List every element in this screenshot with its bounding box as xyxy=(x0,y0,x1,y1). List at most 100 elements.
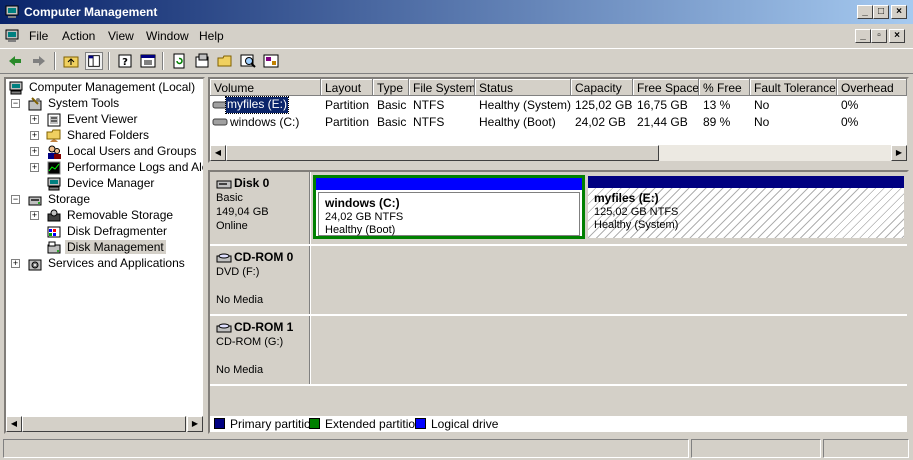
tree-item-device-manager[interactable]: Device Manager xyxy=(8,176,203,192)
settings-icon[interactable] xyxy=(262,52,280,70)
partition-myfiles-e[interactable]: myfiles (E:) 125,02 GB NTFS Healthy (Sys… xyxy=(587,175,905,239)
tree-item-local-users-and-groups[interactable]: + Local Users and Groups xyxy=(8,144,203,160)
table-row[interactable]: myfiles (E:) Partition Basic NTFS Health… xyxy=(210,96,907,114)
show-tree-icon[interactable] xyxy=(85,52,103,70)
tree-item-disk-management[interactable]: Disk Management xyxy=(8,240,203,256)
console-tree[interactable]: Computer Management (Local) − System Too… xyxy=(4,77,205,434)
toolbar-separator xyxy=(54,52,56,70)
menu-file[interactable]: File xyxy=(29,29,48,43)
help-icon[interactable]: ? xyxy=(116,52,134,70)
tree-item-disk-defragmenter[interactable]: Disk Defragmenter xyxy=(8,224,203,240)
scroll-left-icon[interactable]: ◀ xyxy=(6,416,22,432)
column-header-volume[interactable]: Volume xyxy=(210,79,321,96)
cell-type: Basic xyxy=(377,115,407,129)
scroll-thumb[interactable] xyxy=(22,416,186,432)
scroll-thumb[interactable] xyxy=(226,145,659,161)
cell-free-space: 21,44 GB xyxy=(637,115,688,129)
tree-item-label: Performance Logs and Alerts xyxy=(67,160,203,174)
expand-icon[interactable]: + xyxy=(30,115,39,124)
title-bar[interactable]: Computer Management _ □ × xyxy=(0,0,913,24)
column-header-layout[interactable]: Layout xyxy=(321,79,373,96)
tree-item-performance-logs[interactable]: + Performance Logs and Alerts xyxy=(8,160,203,176)
forward-icon[interactable] xyxy=(30,52,48,70)
column-header-free-space[interactable]: Free Space xyxy=(633,79,699,96)
column-header-capacity[interactable]: Capacity xyxy=(571,79,633,96)
cell-overhead: 0% xyxy=(841,98,859,112)
disk-info[interactable]: Disk 0 Basic 149,04 GB Online xyxy=(210,172,310,244)
column-header-fault-tolerance[interactable]: Fault Tolerance xyxy=(750,79,837,96)
legend-primary-label: Primary partition xyxy=(230,417,318,431)
menu-action[interactable]: Action xyxy=(62,29,95,43)
expand-icon[interactable]: + xyxy=(30,163,39,172)
disk-graphical-view[interactable]: Disk 0 Basic 149,04 GB Online windows (C… xyxy=(208,170,909,434)
mdi-minimize-button[interactable]: _ xyxy=(855,29,871,43)
column-header-overhead[interactable]: Overhead xyxy=(837,79,907,96)
maximize-button[interactable]: □ xyxy=(873,5,889,19)
column-header-status[interactable]: Status xyxy=(475,79,571,96)
disk-info[interactable]: CD-ROM 1 CD-ROM (G:) No Media xyxy=(210,316,310,384)
scroll-left-icon[interactable]: ◀ xyxy=(210,145,226,161)
cell-status: Healthy (System) xyxy=(479,98,572,112)
scroll-right-icon[interactable]: ▶ xyxy=(187,416,203,432)
tree-horizontal-scrollbar[interactable]: ◀ ▶ xyxy=(6,416,203,432)
back-icon[interactable] xyxy=(6,52,24,70)
column-header-percent-free[interactable]: % Free xyxy=(699,79,750,96)
column-header-file-system[interactable]: File System xyxy=(409,79,475,96)
cell-layout: Partition xyxy=(325,115,370,129)
expand-icon[interactable]: + xyxy=(30,211,39,220)
expand-icon[interactable]: + xyxy=(11,259,20,268)
mdi-restore-button[interactable]: ▫ xyxy=(871,29,887,43)
disk-info[interactable]: CD-ROM 0 DVD (F:) No Media xyxy=(210,246,310,314)
disk-management-icon xyxy=(47,241,61,254)
console-icon[interactable] xyxy=(139,52,157,70)
tree-item-services-and-applications[interactable]: + Services and Applications xyxy=(8,256,203,272)
disk-type: Basic xyxy=(216,192,243,204)
tree-item-shared-folders[interactable]: + Shared Folders xyxy=(8,128,203,144)
tree-item-system-tools[interactable]: − System Tools xyxy=(8,96,203,112)
close-button[interactable]: × xyxy=(891,5,907,19)
disk-icon xyxy=(216,180,232,189)
disk-state: No Media xyxy=(216,294,264,306)
expand-icon[interactable]: + xyxy=(30,147,39,156)
menu-window[interactable]: Window xyxy=(146,29,189,43)
cell-volume: myfiles (E:) xyxy=(225,96,289,114)
tree-item-label: Computer Management (Local) xyxy=(29,80,196,94)
disk-state: Online xyxy=(216,220,248,232)
tree-item-storage[interactable]: − Storage xyxy=(8,192,203,208)
refresh-icon[interactable] xyxy=(170,52,188,70)
table-row[interactable]: windows (C:) Partition Basic NTFS Health… xyxy=(210,114,907,130)
users-icon xyxy=(48,145,61,159)
toolbar: ? xyxy=(0,48,913,74)
column-header-type[interactable]: Type xyxy=(373,79,409,96)
disk-name: CD-ROM 0 xyxy=(234,250,294,264)
collapse-icon[interactable]: − xyxy=(11,195,20,204)
cell-volume: windows (C:) xyxy=(230,115,300,129)
up-folder-icon[interactable] xyxy=(62,52,80,70)
menu-view[interactable]: View xyxy=(108,29,134,43)
tree-item-removable-storage[interactable]: + Removable Storage xyxy=(8,208,203,224)
cdrom-icon xyxy=(216,253,232,263)
disk-row[interactable]: CD-ROM 0 DVD (F:) No Media xyxy=(210,246,907,314)
open-icon[interactable] xyxy=(216,52,234,70)
tree-item-event-viewer[interactable]: + Event Viewer xyxy=(8,112,203,128)
minimize-button[interactable]: _ xyxy=(857,5,873,19)
disk-row[interactable]: CD-ROM 1 CD-ROM (G:) No Media xyxy=(210,316,907,384)
volume-list[interactable]: Volume Layout Type File System Status Ca… xyxy=(208,77,909,163)
tree-item-computer-management[interactable]: Computer Management (Local) xyxy=(8,80,203,96)
partition-windows-c[interactable]: windows (C:) 24,02 GB NTFS Healthy (Boot… xyxy=(313,175,585,239)
storage-icon xyxy=(28,196,42,206)
volume-list-horizontal-scrollbar[interactable]: ◀ ▶ xyxy=(210,145,907,161)
search-icon[interactable] xyxy=(239,52,257,70)
collapse-icon[interactable]: − xyxy=(11,99,20,108)
app-menu-icon[interactable] xyxy=(4,28,20,44)
mdi-close-button[interactable]: × xyxy=(889,29,905,43)
expand-icon[interactable]: + xyxy=(30,131,39,140)
cell-file-system: NTFS xyxy=(413,115,445,129)
properties-icon[interactable] xyxy=(193,52,211,70)
tree-item-label: Storage xyxy=(48,192,91,206)
tree-item-label: Removable Storage xyxy=(67,208,174,222)
disk-row[interactable]: Disk 0 Basic 149,04 GB Online windows (C… xyxy=(210,172,907,244)
menu-help[interactable]: Help xyxy=(199,29,224,43)
scroll-right-icon[interactable]: ▶ xyxy=(891,145,907,161)
partition-status: Healthy (System) xyxy=(594,219,679,231)
